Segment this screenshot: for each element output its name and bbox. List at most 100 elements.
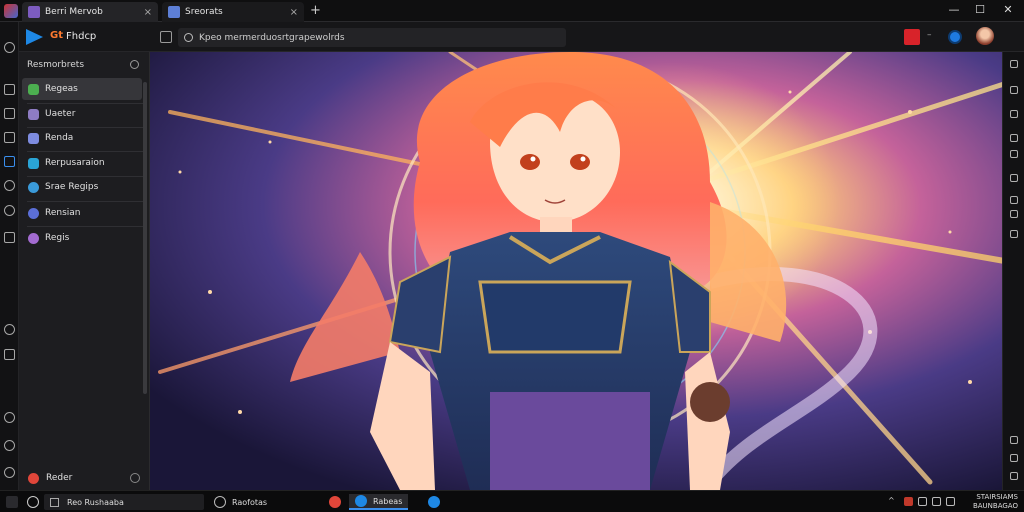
sidebar-item-srae-regips[interactable]: Srae Regips xyxy=(22,176,142,198)
taskbar-search-icon[interactable] xyxy=(27,494,45,510)
checkbox-icon xyxy=(50,497,59,507)
add-icon[interactable] xyxy=(130,60,139,69)
panel-icon[interactable] xyxy=(1010,86,1018,94)
taskbar: Reo Rushaaba Raofotas Rabeas ^ STAIRSIAM… xyxy=(0,490,1024,512)
tab-2-label: Sreorats xyxy=(185,7,223,17)
folder-icon[interactable] xyxy=(4,132,15,143)
panel-icon[interactable] xyxy=(1010,472,1018,480)
left-rail xyxy=(0,22,19,512)
panel-icon[interactable] xyxy=(1010,174,1018,182)
start-button[interactable] xyxy=(6,494,24,510)
status-icon[interactable] xyxy=(948,30,962,44)
tab-favicon xyxy=(168,6,180,18)
sidebar-item-label: Uaeter xyxy=(45,109,76,119)
sidebar-item-label: Rensian xyxy=(45,208,81,218)
panel-icon[interactable] xyxy=(1010,454,1018,462)
search-icon xyxy=(27,496,39,508)
taskbar-item-rabeas[interactable]: Rabeas xyxy=(349,494,409,510)
battery-icon[interactable] xyxy=(946,497,955,506)
network-icon[interactable] xyxy=(918,497,927,506)
sidebar-item-renda[interactable]: Renda xyxy=(22,127,142,149)
brand-icon: Gt xyxy=(50,30,63,41)
panel-icon[interactable] xyxy=(1010,196,1018,204)
main-image xyxy=(150,52,1002,490)
taskbar-search[interactable]: Reo Rushaaba xyxy=(44,494,204,510)
shield-icon[interactable] xyxy=(4,205,15,216)
brand-name: Fhdcp xyxy=(66,31,97,42)
anime-illustration xyxy=(150,52,1002,490)
box-icon[interactable] xyxy=(4,232,15,243)
help-icon[interactable] xyxy=(4,412,15,423)
minimize-button[interactable]: — xyxy=(944,3,964,16)
avatar[interactable] xyxy=(976,27,994,45)
close-window-button[interactable]: ✕ xyxy=(998,3,1018,16)
sidebar-footer[interactable]: Reder xyxy=(22,468,146,488)
sidebar-item-regeas[interactable]: Regeas xyxy=(22,78,142,100)
tray-app-icon[interactable] xyxy=(904,497,913,506)
title-bar: Berri Mervob × Sreorats × + — ☐ ✕ xyxy=(0,0,1024,22)
panel-icon[interactable] xyxy=(1010,436,1018,444)
sidebar-item-regis[interactable]: Regis xyxy=(22,227,142,249)
new-tab-button[interactable]: + xyxy=(310,3,321,18)
taskbar-item-blue-app[interactable] xyxy=(428,494,446,510)
right-rail xyxy=(1002,52,1024,490)
gear-icon[interactable] xyxy=(4,324,15,335)
taskbar-item-raofotas[interactable]: Raofotas xyxy=(214,494,267,510)
notification-icon[interactable] xyxy=(904,29,920,45)
tab-1-label: Berri Mervob xyxy=(45,7,103,17)
address-input[interactable] xyxy=(199,32,559,43)
sidebar-item-uaeter[interactable]: Uaeter xyxy=(22,103,142,125)
panel-icon[interactable] xyxy=(1010,60,1018,68)
sidebar-item-label: Regeas xyxy=(45,84,78,94)
tab-close-icon[interactable]: × xyxy=(144,7,152,18)
address-bar[interactable] xyxy=(178,28,566,47)
footer-button[interactable] xyxy=(130,473,140,483)
tab-1[interactable]: Berri Mervob × xyxy=(22,2,158,22)
item-icon xyxy=(28,83,39,95)
item-icon xyxy=(28,132,39,144)
refresh-icon[interactable] xyxy=(4,440,15,451)
item-icon xyxy=(28,108,39,120)
eye-icon[interactable] xyxy=(4,42,15,53)
panel-icon[interactable] xyxy=(1010,210,1018,218)
footer-icon xyxy=(28,472,39,484)
clock-time: STAIRSIAMS xyxy=(976,493,1018,501)
sidebar-item-label: Renda xyxy=(45,133,74,143)
play-logo-icon[interactable] xyxy=(26,29,43,45)
sidebar-item-label: Srae Regips xyxy=(45,182,99,192)
taskbar-item-red-app[interactable] xyxy=(329,494,347,510)
document-icon[interactable] xyxy=(4,108,15,119)
panel-icon[interactable] xyxy=(1010,150,1018,158)
home-icon[interactable] xyxy=(160,31,172,43)
menu-dash-icon[interactable]: – xyxy=(927,30,932,40)
tab-favicon xyxy=(28,6,40,18)
sidebar-item-rensian[interactable]: Rensian xyxy=(22,202,142,224)
clock-date: BAUNBAGAO xyxy=(972,502,1018,510)
item-icon xyxy=(28,181,39,193)
sidebar-item-label: Rerpusaraion xyxy=(45,158,105,168)
app-icon xyxy=(355,495,367,507)
window-icon[interactable] xyxy=(4,156,15,167)
item-icon xyxy=(28,157,39,169)
panel-icon[interactable] xyxy=(1010,110,1018,118)
clock[interactable]: STAIRSIAMS BAUNBAGAO xyxy=(958,493,1018,511)
square-icon[interactable] xyxy=(4,84,15,95)
sidebar-footer-label: Reder xyxy=(46,473,73,483)
power-icon[interactable] xyxy=(4,467,15,478)
app-icon[interactable] xyxy=(4,4,18,18)
sidebar-item-rerpusaraion[interactable]: Rerpusaraion xyxy=(22,152,142,174)
sidebar-header: Resmorbrets xyxy=(27,60,85,70)
settings-icon[interactable] xyxy=(4,180,15,191)
panel-icon[interactable] xyxy=(1010,230,1018,238)
pen-icon[interactable] xyxy=(4,349,15,360)
tray-chevron-icon[interactable]: ^ xyxy=(888,496,895,505)
tab-close-icon[interactable]: × xyxy=(290,7,298,18)
sidebar-scrollbar[interactable] xyxy=(143,82,147,394)
taskbar-item-label: Rabeas xyxy=(373,496,403,506)
tab-2[interactable]: Sreorats × xyxy=(162,2,304,22)
panel-icon[interactable] xyxy=(1010,134,1018,142)
app-icon xyxy=(329,496,341,508)
volume-icon[interactable] xyxy=(932,497,941,506)
sidebar: Resmorbrets Regeas Uaeter Renda Rerpusar… xyxy=(19,52,150,492)
maximize-button[interactable]: ☐ xyxy=(970,3,990,16)
